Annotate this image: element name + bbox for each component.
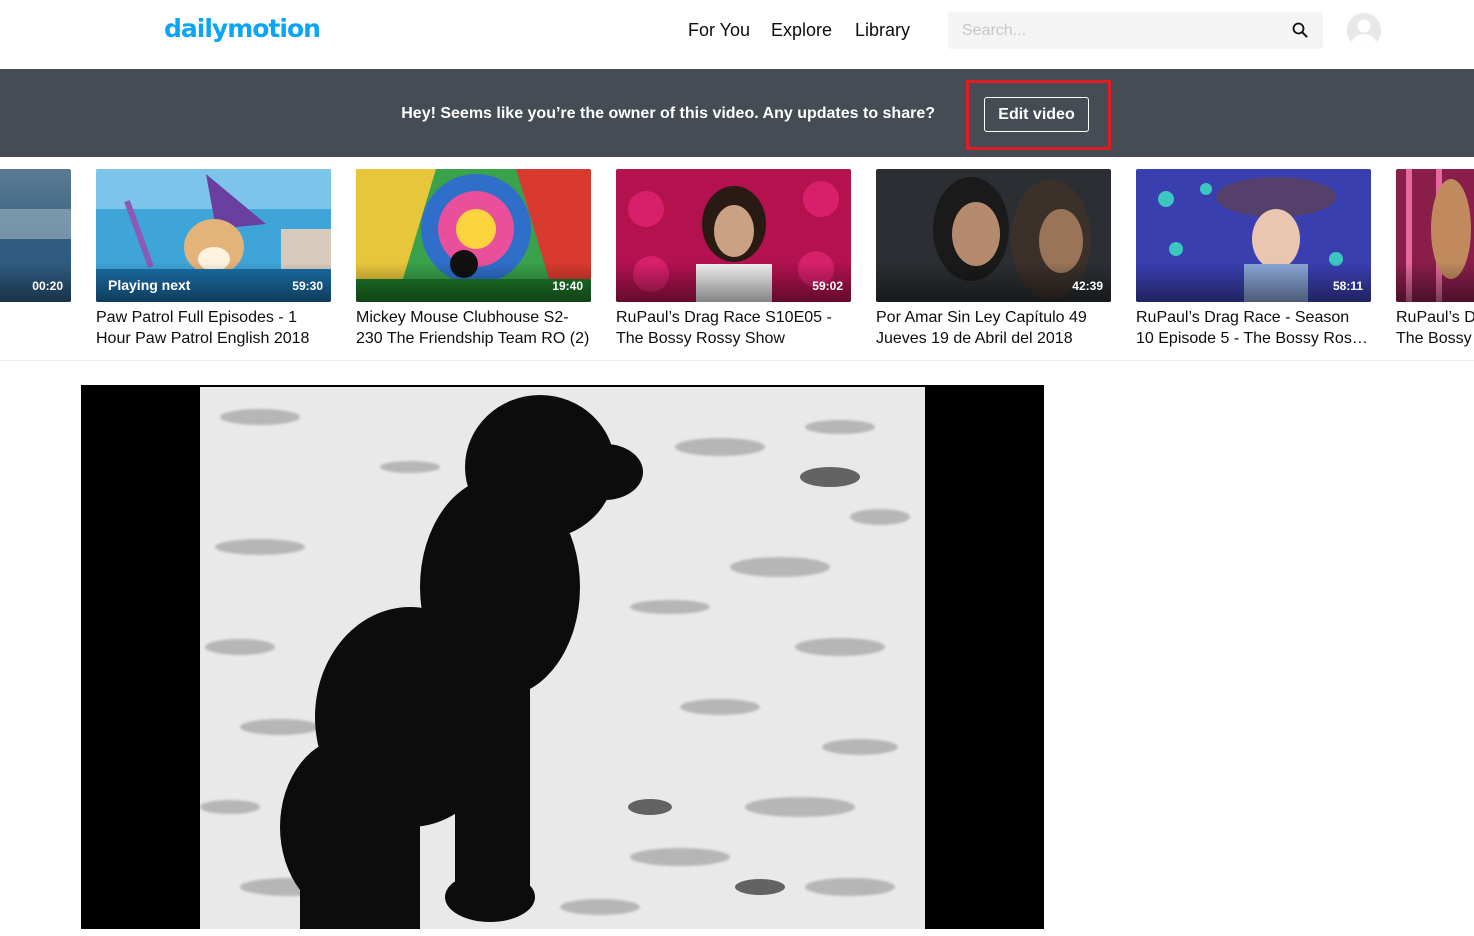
owner-banner: Hey! Seems like you’re the owner of this… bbox=[0, 69, 1474, 157]
video-duration: 42:39 bbox=[1072, 279, 1103, 293]
video-title[interactable]: RuPaul’s Drag Race - Season 10 Episode 5… bbox=[1136, 307, 1371, 349]
up-next-carousel: 00:20 Playing next 59:30 Paw Patrol Full… bbox=[0, 157, 1474, 361]
video-frame[interactable] bbox=[200, 387, 925, 929]
video-title[interactable]: Mickey Mouse Clubhouse S2-230 The Friend… bbox=[356, 307, 591, 349]
video-title[interactable]: Paw Patrol Full Episodes - 1 Hour Paw Pa… bbox=[96, 307, 331, 349]
search-bar bbox=[948, 12, 1323, 49]
video-thumbnail[interactable]: 59:02 bbox=[616, 169, 851, 302]
video-duration: 00:20 bbox=[32, 279, 63, 293]
video-thumbnail[interactable]: 42:39 bbox=[876, 169, 1111, 302]
edit-video-button[interactable]: Edit video bbox=[984, 97, 1089, 132]
video-title[interactable]: RuPaul’s Drag Race S10E05 - The Bossy Ro… bbox=[1396, 307, 1474, 349]
video-duration: 59:02 bbox=[812, 279, 843, 293]
video-card[interactable]: 19:40 Mickey Mouse Clubhouse S2-230 The … bbox=[356, 169, 591, 349]
video-thumbnail[interactable]: 19:40 bbox=[356, 169, 591, 302]
search-icon[interactable] bbox=[1291, 21, 1309, 39]
nav-for-you[interactable]: For You bbox=[688, 20, 750, 41]
video-thumbnail[interactable] bbox=[1396, 169, 1474, 302]
video-card[interactable]: 00:20 bbox=[0, 169, 71, 302]
top-header: dailymotion For You Explore Library bbox=[0, 0, 1474, 69]
video-card[interactable]: 58:11 RuPaul’s Drag Race - Season 10 Epi… bbox=[1136, 169, 1371, 349]
nav-library[interactable]: Library bbox=[855, 20, 910, 41]
video-card[interactable]: Playing next 59:30 Paw Patrol Full Episo… bbox=[96, 169, 331, 349]
video-card[interactable]: 42:39 Por Amar Sin Ley Capítulo 49 Jueve… bbox=[876, 169, 1111, 349]
search-input[interactable] bbox=[960, 20, 1284, 42]
video-title[interactable]: Por Amar Sin Ley Capítulo 49 Jueves 19 d… bbox=[876, 307, 1111, 349]
video-thumbnail[interactable]: Playing next 59:30 bbox=[96, 169, 331, 302]
owner-banner-message: Hey! Seems like you’re the owner of this… bbox=[401, 105, 935, 122]
video-card[interactable]: 59:02 RuPaul’s Drag Race S10E05 - The Bo… bbox=[616, 169, 851, 349]
video-title[interactable]: RuPaul’s Drag Race S10E05 - The Bossy Ro… bbox=[616, 307, 851, 349]
video-still-image bbox=[200, 387, 925, 929]
video-duration: 19:40 bbox=[552, 279, 583, 293]
nav-explore[interactable]: Explore bbox=[771, 20, 832, 41]
video-player[interactable] bbox=[81, 385, 1044, 929]
playing-next-badge: Playing next bbox=[108, 277, 191, 293]
video-thumbnail[interactable]: 00:20 bbox=[0, 169, 71, 302]
video-duration: 59:30 bbox=[292, 279, 323, 293]
video-card[interactable]: RuPaul’s Drag Race S10E05 - The Bossy Ro… bbox=[1396, 169, 1474, 349]
user-avatar-icon[interactable] bbox=[1347, 13, 1381, 47]
dailymotion-logo[interactable]: dailymotion bbox=[164, 14, 321, 43]
video-duration: 58:11 bbox=[1332, 279, 1363, 293]
video-thumbnail[interactable]: 58:11 bbox=[1136, 169, 1371, 302]
